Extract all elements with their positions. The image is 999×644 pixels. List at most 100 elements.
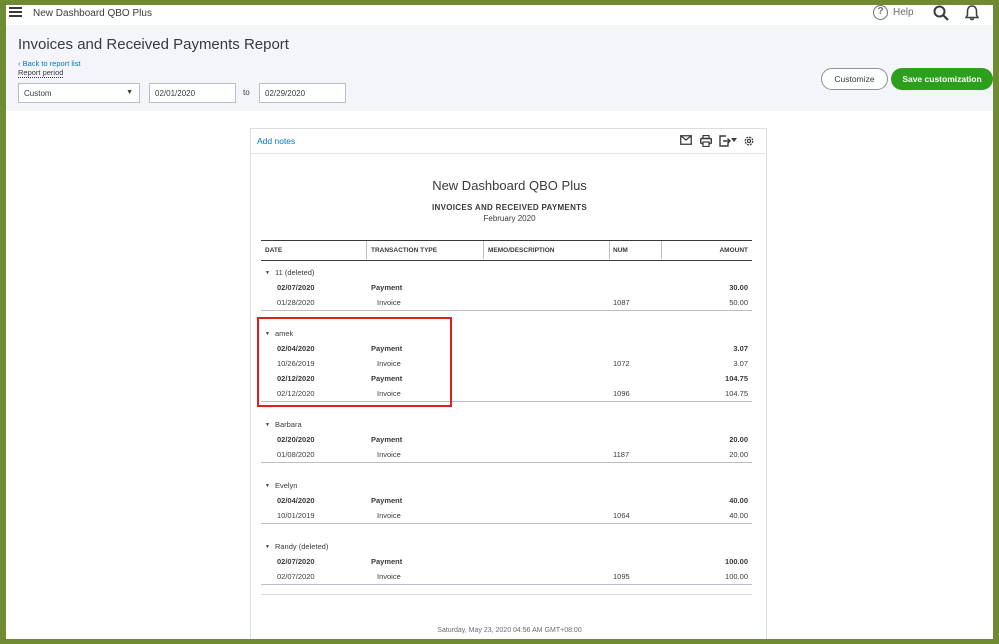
cell-transaction-type[interactable]: Payment xyxy=(371,557,402,566)
app-window: New Dashboard QBO Plus ? Help Invoices a… xyxy=(6,5,993,639)
cell-num: 1064 xyxy=(613,511,630,520)
cell-num: 1187 xyxy=(613,450,630,459)
cell-amount[interactable]: 40.00 xyxy=(729,496,748,505)
column-divider[interactable] xyxy=(609,241,610,259)
chevron-left-icon: ‹ xyxy=(18,59,21,68)
col-date[interactable]: DATE xyxy=(265,247,282,254)
chevron-down-icon[interactable] xyxy=(731,138,737,142)
footer-divider xyxy=(261,594,752,595)
date-from-input[interactable]: 02/01/2020 xyxy=(149,83,236,103)
cell-num: 1096 xyxy=(613,389,630,398)
report-period-select[interactable]: Custom ▼ xyxy=(18,83,140,103)
customer-name: Randy (deleted) xyxy=(274,542,329,551)
collapse-toggle-icon[interactable]: ▼ xyxy=(265,270,270,276)
table-row[interactable]: 02/20/2020 Payment 20.00 xyxy=(261,432,752,447)
customer-group-header[interactable]: ▼ Randy (deleted) xyxy=(261,539,752,554)
table-row[interactable]: 02/07/2020 Payment 30.00 xyxy=(261,280,752,295)
report-groups: ▼ 11 (deleted) 02/07/2020 Payment 30.00 01/28… xyxy=(261,265,752,585)
customize-button[interactable]: Customize xyxy=(821,68,888,90)
column-divider[interactable] xyxy=(483,241,484,259)
customer-group: ▼ Evelyn 02/04/2020 Payment 40.00 10/01/2019 I… xyxy=(261,478,752,524)
company-name: New Dashboard QBO Plus xyxy=(33,8,152,19)
gear-icon[interactable] xyxy=(743,135,755,147)
highlight-box xyxy=(257,317,452,407)
column-divider[interactable] xyxy=(661,241,662,259)
cell-date: 02/04/2020 xyxy=(277,496,315,505)
help-label: Help xyxy=(893,7,914,18)
print-icon[interactable] xyxy=(700,135,712,147)
cell-amount[interactable]: 30.00 xyxy=(729,283,748,292)
mail-icon[interactable] xyxy=(680,135,692,145)
customer-name: Evelyn xyxy=(274,481,298,490)
cell-transaction-type[interactable]: Payment xyxy=(371,435,402,444)
table-row[interactable]: 01/08/2020 Invoice 1187 20.00 xyxy=(261,447,752,462)
cell-date: 02/07/2020 xyxy=(277,572,315,581)
cell-date: 02/07/2020 xyxy=(277,557,315,566)
help-icon: ? xyxy=(873,5,888,20)
cell-amount[interactable]: 50.00 xyxy=(729,298,748,307)
report-period: February 2020 xyxy=(483,214,536,223)
cell-amount[interactable]: 40.00 xyxy=(729,511,748,520)
table-row[interactable]: 02/07/2020 Payment 100.00 xyxy=(261,554,752,569)
cell-num: 1095 xyxy=(613,572,630,581)
cell-num: 1087 xyxy=(613,298,630,307)
customer-group-header[interactable]: ▼ Evelyn xyxy=(261,478,752,493)
report-header: Invoices and Received Payments Report ‹ … xyxy=(6,25,993,111)
report-table: DATE TRANSACTION TYPE MEMO/DESCRIPTION N… xyxy=(261,240,752,600)
table-header: DATE TRANSACTION TYPE MEMO/DESCRIPTION N… xyxy=(261,240,752,261)
col-amount[interactable]: AMOUNT xyxy=(719,247,748,254)
cell-transaction-type[interactable]: Payment xyxy=(371,496,402,505)
cell-amount[interactable]: 3.07 xyxy=(733,344,748,353)
cell-transaction-type[interactable]: Payment xyxy=(371,283,402,292)
report-period-label: Report period xyxy=(18,68,64,78)
table-row[interactable]: 10/01/2019 Invoice 1064 40.00 xyxy=(261,508,752,523)
cell-transaction-type[interactable]: Invoice xyxy=(377,511,401,520)
cell-date: 02/20/2020 xyxy=(277,435,315,444)
table-row[interactable]: 01/28/2020 Invoice 1087 50.00 xyxy=(261,295,752,310)
col-memo[interactable]: MEMO/DESCRIPTION xyxy=(488,247,554,254)
cell-transaction-type[interactable]: Invoice xyxy=(377,572,401,581)
report-title: INVOICES AND RECEIVED PAYMENTS xyxy=(432,203,587,212)
cell-transaction-type[interactable]: Invoice xyxy=(377,298,401,307)
save-customization-button[interactable]: Save customization xyxy=(891,68,993,90)
cell-amount[interactable]: 100.00 xyxy=(725,572,748,581)
report-company-name: New Dashboard QBO Plus xyxy=(432,178,587,193)
add-notes-link[interactable]: Add notes xyxy=(257,136,295,146)
customer-name: Barbara xyxy=(274,420,302,429)
cell-amount[interactable]: 104.75 xyxy=(725,374,748,383)
cell-num: 1072 xyxy=(613,359,630,368)
help-button[interactable]: ? Help xyxy=(873,5,914,20)
top-bar: New Dashboard QBO Plus ? Help xyxy=(6,5,993,25)
export-icon[interactable] xyxy=(719,135,731,147)
column-divider[interactable] xyxy=(366,241,367,259)
customer-group: ▼ 11 (deleted) 02/07/2020 Payment 30.00 01/28… xyxy=(261,265,752,311)
report-period-value: Custom xyxy=(24,89,52,98)
collapse-toggle-icon[interactable]: ▼ xyxy=(265,544,270,550)
customer-group-header[interactable]: ▼ Barbara xyxy=(261,417,752,432)
page-title: Invoices and Received Payments Report xyxy=(18,36,289,53)
date-to-input[interactable]: 02/29/2020 xyxy=(259,83,346,103)
bell-icon[interactable] xyxy=(965,5,979,21)
cell-amount[interactable]: 3.07 xyxy=(733,359,748,368)
customer-group: ▼ Barbara 02/20/2020 Payment 20.00 01/08/2020… xyxy=(261,417,752,463)
to-label: to xyxy=(243,88,250,97)
cell-amount[interactable]: 104.75 xyxy=(725,389,748,398)
table-row[interactable]: 02/04/2020 Payment 40.00 xyxy=(261,493,752,508)
cell-date: 02/07/2020 xyxy=(277,283,315,292)
search-icon[interactable] xyxy=(933,5,949,21)
customer-group-header[interactable]: ▼ 11 (deleted) xyxy=(261,265,752,280)
back-link-label: Back to report list xyxy=(22,59,81,68)
cell-amount[interactable]: 20.00 xyxy=(729,450,748,459)
cell-transaction-type[interactable]: Invoice xyxy=(377,450,401,459)
back-link[interactable]: ‹ Back to report list xyxy=(18,59,81,68)
cell-amount[interactable]: 20.00 xyxy=(729,435,748,444)
collapse-toggle-icon[interactable]: ▼ xyxy=(265,483,270,489)
col-transaction-type[interactable]: TRANSACTION TYPE xyxy=(371,247,437,254)
col-num[interactable]: NUM xyxy=(613,247,628,254)
cell-date: 10/01/2019 xyxy=(277,511,315,520)
cell-date: 01/28/2020 xyxy=(277,298,315,307)
menu-icon[interactable] xyxy=(9,7,22,18)
collapse-toggle-icon[interactable]: ▼ xyxy=(265,422,270,428)
table-row[interactable]: 02/07/2020 Invoice 1095 100.00 xyxy=(261,569,752,584)
cell-amount[interactable]: 100.00 xyxy=(725,557,748,566)
